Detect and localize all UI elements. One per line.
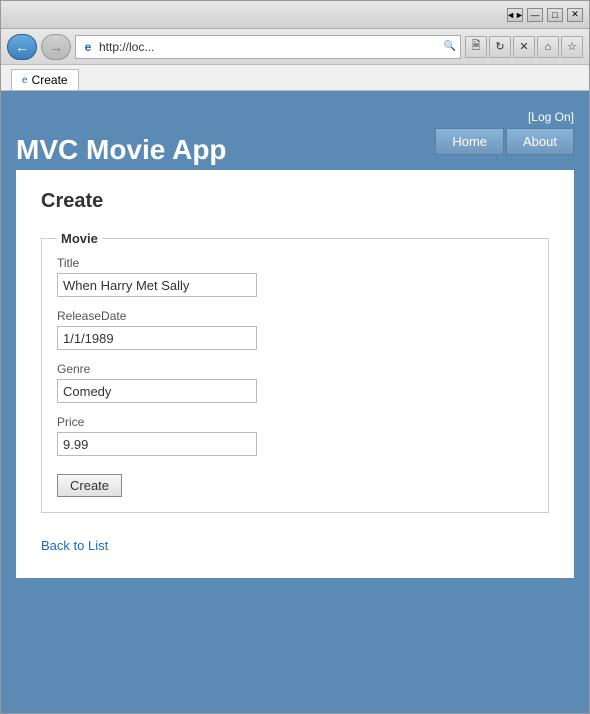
browser-window: ◄► — □ ✕ ← → e 🔍 🗎 ↻ ✕ ⌂ ☆ e Create [0,0,590,714]
site-container: [ Log On ] MVC Movie App Home About Crea… [16,106,574,698]
tab-bar: e Create [1,65,589,91]
genre-label: Genre [57,362,533,376]
tab-title: Create [32,73,68,87]
genre-input[interactable] [57,379,257,403]
close-button[interactable]: ✕ [567,8,583,22]
favorites-button[interactable]: 🗎 [465,36,487,58]
address-bar[interactable]: e 🔍 [75,35,461,59]
page-content: [ Log On ] MVC Movie App Home About Crea… [1,91,589,713]
login-bar: [ Log On ] [16,106,574,128]
release-date-field: ReleaseDate [57,309,533,350]
about-nav-button[interactable]: About [506,128,574,155]
price-input[interactable] [57,432,257,456]
main-card: Create Movie Title ReleaseDate [16,170,574,578]
browser-toolbar: ← → e 🔍 🗎 ↻ ✕ ⌂ ☆ [1,29,589,65]
app-title: MVC Movie App [16,134,227,166]
fieldset-legend: Movie [57,231,102,246]
title-input[interactable] [57,273,257,297]
release-date-label: ReleaseDate [57,309,533,323]
nav-bar: Home About [435,128,574,155]
home-nav-button[interactable]: ⌂ [537,36,559,58]
login-suffix: ] [571,110,574,124]
title-field: Title [57,256,533,297]
search-icon[interactable]: 🔍 [444,41,456,52]
genre-field: Genre [57,362,533,403]
movie-fieldset: Movie Title ReleaseDate [41,231,549,513]
price-label: Price [57,415,533,429]
minimize-button[interactable]: — [527,8,543,22]
stop-button[interactable]: ✕ [513,36,535,58]
login-link[interactable]: Log On [531,110,570,124]
release-date-input[interactable] [57,326,257,350]
forward-button[interactable]: → [41,34,71,60]
price-field: Price [57,415,533,456]
tab-ie-icon: e [22,75,28,86]
ie-icon: e [80,39,96,55]
create-submit-button[interactable]: Create [57,474,122,497]
snap-left-button[interactable]: ◄► [507,8,523,22]
toolbar-icons: 🗎 ↻ ✕ ⌂ ☆ [465,36,583,58]
page-heading: Create [41,190,549,213]
active-tab[interactable]: e Create [11,69,79,90]
title-label: Title [57,256,533,270]
address-input[interactable] [99,40,441,54]
maximize-button[interactable]: □ [547,8,563,22]
header-row: MVC Movie App Home About [16,128,574,170]
back-to-list-link[interactable]: Back to List [41,538,108,553]
back-button[interactable]: ← [7,34,37,60]
titlebar: ◄► — □ ✕ [1,1,589,29]
star-button[interactable]: ☆ [561,36,583,58]
home-nav-button[interactable]: Home [435,128,504,155]
refresh-button[interactable]: ↻ [489,36,511,58]
create-form: Movie Title ReleaseDate [41,231,549,513]
